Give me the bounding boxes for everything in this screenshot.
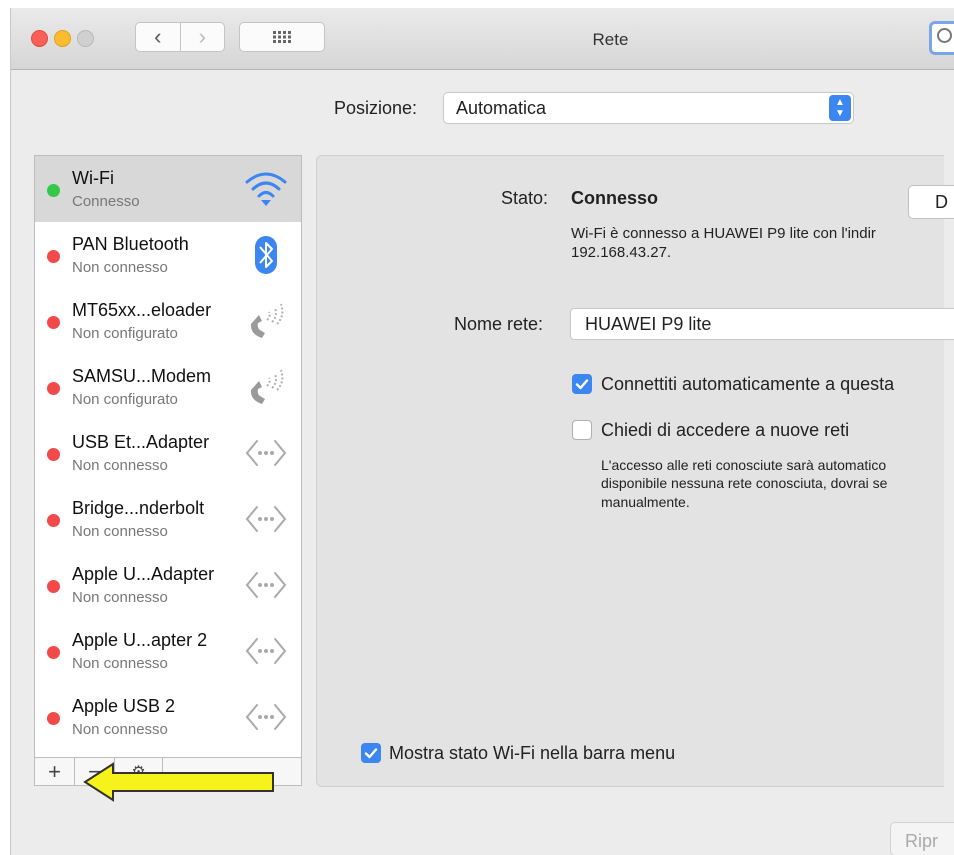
- service-item[interactable]: USB Et...Adapter Non connesso: [35, 420, 301, 486]
- service-item[interactable]: Bridge...nderbolt Non connesso: [35, 486, 301, 552]
- ethernet-icon: [243, 630, 289, 672]
- title-bar: ‹ › Rete: [11, 8, 954, 70]
- service-name: MT65xx...eloader: [72, 300, 212, 320]
- service-list: Wi-Fi Connesso PAN Bluetooth Non connesso MT…: [34, 155, 302, 786]
- service-item[interactable]: SAMSU...Modem Non configurato: [35, 354, 301, 420]
- status-dot: [47, 580, 60, 593]
- auto-join-label: Connettiti automaticamente a questa: [601, 374, 895, 394]
- status-description-line-1: Wi-Fi è connesso a HUAWEI P9 lite con l'…: [571, 225, 876, 242]
- service-item[interactable]: Apple USB 2 Non connesso: [35, 684, 301, 750]
- service-status: Non connesso: [72, 259, 168, 276]
- service-status: Non connesso: [72, 655, 168, 672]
- wifi-icon: [243, 168, 289, 210]
- status-value: Connesso: [571, 188, 659, 208]
- search-field[interactable]: [929, 21, 954, 55]
- status-dot: [47, 250, 60, 263]
- revert-button[interactable]: Ripr: [890, 822, 954, 855]
- status-dot: [47, 316, 60, 329]
- ask-join-description-line-3: manualmente.: [601, 494, 690, 510]
- network-name-label: Nome rete:: [454, 314, 544, 334]
- plus-icon: +: [48, 758, 61, 784]
- service-status: Non connesso: [72, 589, 168, 606]
- service-name: Apple U...Adapter: [72, 564, 215, 584]
- ask-join-description-line-2: disponibile nessuna rete conosciuta, dov…: [601, 475, 888, 491]
- show-wifi-status-label: Mostra stato Wi-Fi nella barra menu: [389, 743, 676, 763]
- ethernet-icon: [243, 498, 289, 540]
- status-dot: [47, 514, 60, 527]
- service-name: Apple USB 2: [72, 696, 176, 716]
- service-status: Non configurato: [72, 391, 178, 408]
- ask-join-label: Chiedi di accedere a nuove reti: [601, 420, 850, 440]
- service-name: SAMSU...Modem: [72, 366, 212, 386]
- ethernet-icon: [243, 432, 289, 474]
- bluetooth-icon: [243, 234, 289, 276]
- window-title: Rete: [592, 30, 629, 49]
- disable-wifi-label: D: [935, 192, 948, 212]
- show-wifi-status-checkbox[interactable]: [361, 743, 381, 763]
- service-status: Connesso: [72, 193, 140, 210]
- status-dot: [47, 184, 60, 197]
- ask-join-checkbox[interactable]: [572, 420, 592, 440]
- status-dot: [47, 448, 60, 461]
- chevron-updown-icon: ▲ ▼: [829, 95, 851, 121]
- checkmark-icon: [364, 748, 378, 759]
- add-service-button[interactable]: +: [35, 758, 75, 785]
- network-name-value: HUAWEI P9 lite: [585, 314, 712, 334]
- status-dot: [47, 712, 60, 725]
- service-name: PAN Bluetooth: [72, 234, 189, 254]
- service-status: Non configurato: [72, 325, 178, 342]
- service-item[interactable]: Wi-Fi Connesso: [35, 156, 301, 222]
- phone-icon: [243, 366, 289, 408]
- service-item[interactable]: PAN Bluetooth Non connesso: [35, 222, 301, 288]
- service-status: Non connesso: [72, 457, 168, 474]
- ethernet-icon: [243, 564, 289, 606]
- phone-icon: [243, 300, 289, 342]
- ask-join-description-line-1: L'accesso alle reti conosciute sarà auto…: [601, 457, 887, 473]
- auto-join-checkbox[interactable]: [572, 374, 592, 394]
- service-status: Non connesso: [72, 721, 168, 738]
- status-description-line-2: 192.168.43.27.: [571, 244, 672, 261]
- service-item[interactable]: Apple U...Adapter Non connesso: [35, 552, 301, 618]
- service-name: Bridge...nderbolt: [72, 498, 205, 518]
- disable-wifi-button[interactable]: D: [908, 185, 954, 219]
- search-icon: [937, 28, 952, 43]
- status-label: Stato:: [501, 188, 549, 208]
- network-name-select[interactable]: HUAWEI P9 lite: [570, 308, 954, 340]
- service-name: USB Et...Adapter: [72, 432, 210, 452]
- location-value: Automatica: [456, 98, 547, 118]
- location-select[interactable]: Automatica ▲ ▼: [443, 92, 854, 124]
- status-dot: [47, 646, 60, 659]
- status-dot: [47, 382, 60, 395]
- service-name: Apple U...apter 2: [72, 630, 208, 650]
- service-item[interactable]: MT65xx...eloader Non configurato: [35, 288, 301, 354]
- service-status: Non connesso: [72, 523, 168, 540]
- annotation-arrow-icon: [83, 762, 274, 802]
- location-label: Posizione:: [334, 98, 418, 118]
- checkmark-icon: [575, 379, 589, 390]
- ethernet-icon: [243, 696, 289, 738]
- service-name: Wi-Fi: [72, 168, 114, 188]
- revert-label: Ripr: [905, 831, 939, 851]
- service-item[interactable]: Apple U...apter 2 Non connesso: [35, 618, 301, 684]
